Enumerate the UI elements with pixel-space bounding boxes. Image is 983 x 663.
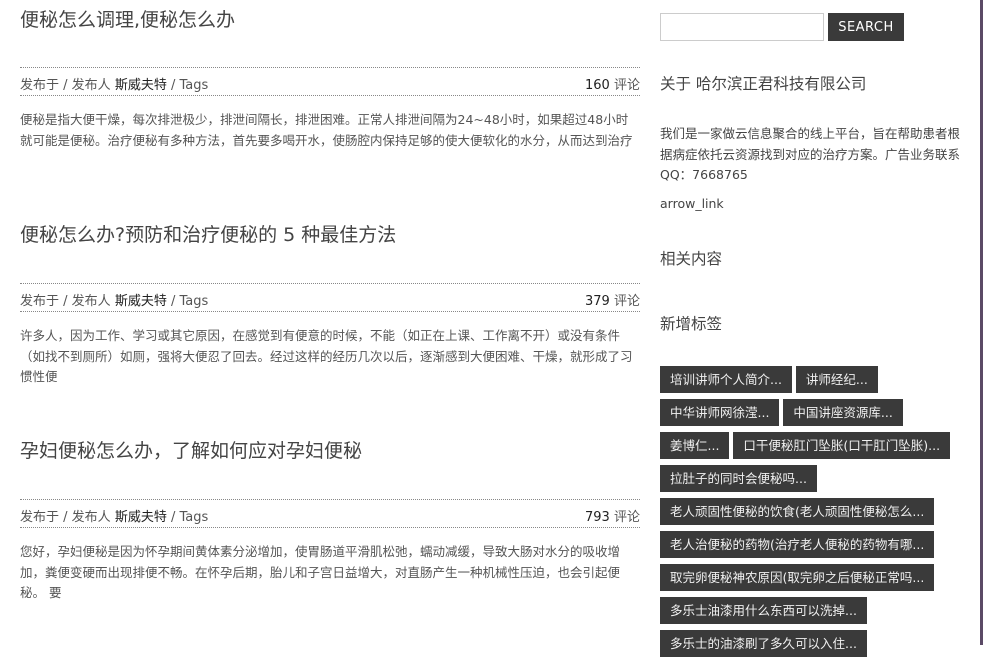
meta-separator: / <box>59 78 72 93</box>
post-3: 孕妇便秘怎么办，了解如何应对孕妇便秘 <box>20 439 640 463</box>
post-meta-left: 发布于 / 发布人 斯威夫特 / Tags <box>20 506 208 525</box>
meta-separator: / <box>59 510 72 525</box>
related-widget-title: 相关内容 <box>660 250 723 268</box>
tags-widget-title: 新增标签 <box>660 315 723 333</box>
tag-item[interactable]: 多乐士油漆用什么东西可以洗掉... <box>660 597 867 624</box>
tag-item[interactable]: 口干便秘肛门坠胀(口干肛门坠胀)... <box>733 432 951 459</box>
comment-count-number: 379 <box>585 294 610 309</box>
meta-by-label: 发布人 <box>71 78 111 93</box>
tag-item[interactable]: 老人治便秘的药物(治疗老人便秘的药物有哪... <box>660 531 935 558</box>
post-excerpt: 便秘是指大便干燥，每次排泄极少，排泄间隔长，排泄困难。正常人排泄间隔为24~48… <box>20 112 633 148</box>
about-text: 我们是一家做云信息聚合的线上平台，旨在帮助患者根据病症依托云资源找到对应的治疗方… <box>660 126 961 182</box>
post-2: 便秘怎么办?预防和治疗便秘的 5 种最佳方法 <box>20 223 640 247</box>
comment-count-number: 160 <box>585 78 610 93</box>
tag-item[interactable]: 讲师经纪... <box>795 366 878 393</box>
meta-author-link[interactable]: 斯威夫特 <box>115 294 167 309</box>
tag-item[interactable]: 取完卵便秘神农原因(取完卵之后便秘正常吗... <box>660 564 935 591</box>
meta-separator: / <box>166 78 180 93</box>
post-title[interactable]: 便秘怎么办?预防和治疗便秘的 5 种最佳方法 <box>20 223 640 247</box>
tag-item[interactable]: 中国讲座资源库... <box>783 399 903 426</box>
comment-count[interactable]: 793 评论 <box>585 506 640 525</box>
comment-count[interactable]: 160 评论 <box>585 74 640 93</box>
meta-separator: / <box>166 294 180 309</box>
meta-tags-label: Tags <box>179 78 209 93</box>
post-meta-left: 发布于 / 发布人 斯威夫特 / Tags <box>20 74 208 93</box>
meta-by-label: 发布人 <box>71 294 111 309</box>
tag-item[interactable]: 多乐士的油漆刷了多久可以入住... <box>660 630 867 657</box>
post-1: 便秘怎么调理,便秘怎么办 <box>20 8 640 32</box>
post-meta-2: 发布于 / 发布人 斯威夫特 / Tags 379 评论 <box>20 283 640 312</box>
post-title[interactable]: 便秘怎么调理,便秘怎么办 <box>20 8 640 32</box>
meta-tags-label: Tags <box>179 510 209 525</box>
tag-item[interactable]: 拉肚子的同时会便秘吗... <box>660 465 817 492</box>
meta-by-label: 发布人 <box>71 510 111 525</box>
meta-tags-label: Tags <box>179 294 209 309</box>
post-excerpt: 您好，孕妇便秘是因为怀孕期间黄体素分泌增加，使胃肠道平滑肌松弛，蠕动减缓，导致大… <box>20 544 621 600</box>
tag-item[interactable]: 培训讲师个人简介... <box>660 366 792 393</box>
meta-author-link[interactable]: 斯威夫特 <box>115 510 167 525</box>
tag-cloud: 培训讲师个人简介... 讲师经纪... 中华讲师网徐滢... 中国讲座资源库... 姜博… <box>660 366 965 663</box>
comment-label: 评论 <box>613 294 640 309</box>
comment-count-number: 793 <box>585 510 610 525</box>
post-title[interactable]: 孕妇便秘怎么办，了解如何应对孕妇便秘 <box>20 439 640 463</box>
comment-label: 评论 <box>613 510 640 525</box>
tag-item[interactable]: 姜博仁... <box>660 432 730 459</box>
meta-published-label: 发布于 <box>20 78 60 93</box>
tag-item[interactable]: 中华讲师网徐滢... <box>660 399 780 426</box>
comment-count[interactable]: 379 评论 <box>585 290 640 309</box>
search-button[interactable]: SEARCH <box>828 13 904 41</box>
comment-label: 评论 <box>613 78 640 93</box>
tag-item[interactable]: 老人顽固性便秘的饮食(老人顽固性便秘怎么... <box>660 498 935 525</box>
post-meta-3: 发布于 / 发布人 斯威夫特 / Tags 793 评论 <box>20 499 640 528</box>
meta-published-label: 发布于 <box>20 294 60 309</box>
arrow-link[interactable]: arrow_link <box>660 196 724 211</box>
about-widget-title: 关于 哈尔滨正君科技有限公司 <box>660 75 867 93</box>
meta-separator: / <box>166 510 180 525</box>
meta-published-label: 发布于 <box>20 510 60 525</box>
meta-author-link[interactable]: 斯威夫特 <box>115 78 167 93</box>
meta-separator: / <box>59 294 72 309</box>
search-input[interactable] <box>660 13 824 41</box>
post-excerpt: 许多人，因为工作、学习或其它原因，在感觉到有便意的时候，不能（如正在上课、工作离… <box>20 328 633 384</box>
post-meta-1: 发布于 / 发布人 斯威夫特 / Tags 160 评论 <box>20 67 640 96</box>
post-meta-left: 发布于 / 发布人 斯威夫特 / Tags <box>20 290 208 309</box>
